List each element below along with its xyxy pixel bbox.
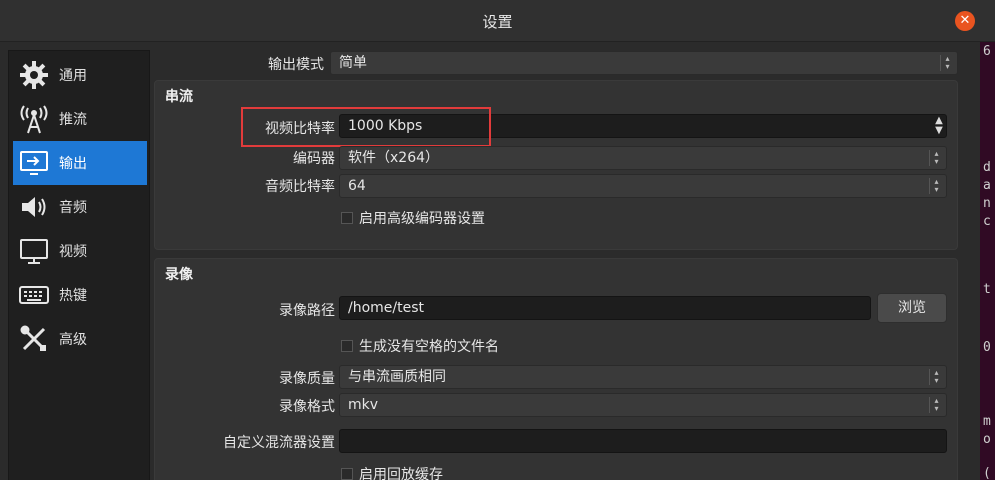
chevron-updown-icon: ▴ ▾ (929, 150, 943, 166)
replay-buffer-label: 启用回放缓存 (359, 467, 443, 480)
output-mode-select[interactable]: 简单 ▴ ▾ (330, 51, 958, 75)
checkbox-box[interactable] (341, 468, 353, 480)
output-icon (17, 146, 51, 180)
sidebar-item-stream[interactable]: 推流 (13, 97, 147, 141)
chevron-updown-icon: ▴ ▾ (929, 397, 943, 413)
window-title: 设置 (482, 13, 513, 31)
tools-icon (17, 322, 51, 356)
gear-icon (17, 58, 51, 92)
sidebar-item-hotkeys[interactable]: 热键 (13, 273, 147, 317)
checkbox-box[interactable] (341, 212, 353, 224)
titlebar: 设置 ✕ (0, 0, 995, 42)
replay-buffer-checkbox[interactable]: 启用回放缓存 (341, 464, 443, 480)
recording-format-label: 录像格式 (279, 399, 335, 415)
panel-scrollbar[interactable] (962, 46, 976, 476)
streaming-group-title: 串流 (165, 89, 193, 105)
output-mode-value: 简单 (339, 55, 367, 71)
chevron-updown-icon: ▴ ▾ (940, 55, 954, 71)
output-mode-label: 输出模式 (268, 57, 324, 73)
terminal-char: n (983, 196, 991, 211)
recording-format-select[interactable]: mkv ▴ ▾ (339, 393, 947, 417)
advanced-encoder-checkbox[interactable]: 启用高级编码器设置 (341, 208, 485, 228)
muxer-settings-label: 自定义混流器设置 (223, 435, 335, 451)
sidebar-item-video[interactable]: 视频 (13, 229, 147, 273)
recording-path-label: 录像路径 (279, 303, 335, 319)
encoder-select[interactable]: 软件（x264） ▴ ▾ (339, 146, 947, 170)
video-bitrate-stepper-icon[interactable]: ▲ ▼ (931, 116, 947, 136)
settings-sidebar: 通用 推流 输出 音频 视频 热键 高级 (8, 50, 150, 480)
speaker-icon (17, 190, 51, 224)
keyboard-icon (17, 278, 51, 312)
recording-group-title: 录像 (165, 267, 193, 283)
recording-group: 录像 录像路径 /home/test 浏览 生成没有空格的文件名 录像质量 与串… (154, 258, 958, 480)
browse-button[interactable]: 浏览 (877, 293, 947, 323)
recording-quality-select[interactable]: 与串流画质相同 ▴ ▾ (339, 365, 947, 389)
sidebar-item-general[interactable]: 通用 (13, 53, 147, 97)
background-terminal: 6 d a n c t 0 m o ( (980, 42, 995, 480)
monitor-icon (17, 234, 51, 268)
sidebar-item-output[interactable]: 输出 (13, 141, 147, 185)
output-settings-panel: 输出模式 简单 ▴ ▾ 串流 视频比特率 1000 Kbps ▲ ▼ 编码器 软件（… (150, 42, 980, 480)
terminal-char: 6 (983, 44, 991, 59)
recording-quality-value: 与串流画质相同 (348, 369, 446, 385)
terminal-char: o (983, 432, 991, 447)
sidebar-item-label: 音频 (59, 200, 87, 216)
no-space-filename-checkbox[interactable]: 生成没有空格的文件名 (341, 336, 499, 356)
sidebar-item-audio[interactable]: 音频 (13, 185, 147, 229)
sidebar-item-label: 通用 (59, 68, 87, 84)
sidebar-item-label: 推流 (59, 112, 87, 128)
no-space-filename-label: 生成没有空格的文件名 (359, 339, 499, 355)
annotation-highlight-box (241, 107, 491, 147)
encoder-value: 软件（x264） (348, 150, 440, 166)
terminal-char: m (983, 414, 991, 429)
chevron-updown-icon: ▴ ▾ (929, 178, 943, 194)
sidebar-item-advanced[interactable]: 高级 (13, 317, 147, 361)
recording-format-value: mkv (348, 397, 379, 413)
sidebar-item-label: 视频 (59, 244, 87, 260)
checkbox-box[interactable] (341, 340, 353, 352)
terminal-char: a (983, 178, 991, 193)
terminal-char: c (983, 214, 991, 229)
terminal-char: t (983, 282, 991, 297)
sidebar-item-label: 热键 (59, 288, 87, 304)
advanced-encoder-label: 启用高级编码器设置 (359, 211, 485, 227)
terminal-char: 0 (983, 340, 991, 355)
terminal-char: d (983, 160, 991, 175)
audio-bitrate-label: 音频比特率 (265, 179, 335, 195)
sidebar-item-label: 高级 (59, 332, 87, 348)
chevron-updown-icon: ▴ ▾ (929, 369, 943, 385)
terminal-char: ( (983, 466, 991, 480)
recording-path-value: /home/test (348, 300, 425, 316)
settings-window: 通用 推流 输出 音频 视频 热键 高级 输出模式 简单 ▴ ▾ 串流 视频比特… (0, 42, 980, 480)
muxer-settings-input[interactable] (339, 429, 947, 453)
streaming-group: 串流 视频比特率 1000 Kbps ▲ ▼ 编码器 软件（x264） ▴ ▾ 音频… (154, 80, 958, 250)
audio-bitrate-value: 64 (348, 178, 366, 194)
encoder-label: 编码器 (293, 151, 335, 167)
recording-quality-label: 录像质量 (279, 371, 335, 387)
audio-bitrate-select[interactable]: 64 ▴ ▾ (339, 174, 947, 198)
recording-path-input[interactable]: /home/test (339, 296, 871, 320)
close-icon[interactable]: ✕ (955, 11, 975, 31)
antenna-icon (17, 102, 51, 136)
sidebar-item-label: 输出 (59, 156, 87, 172)
